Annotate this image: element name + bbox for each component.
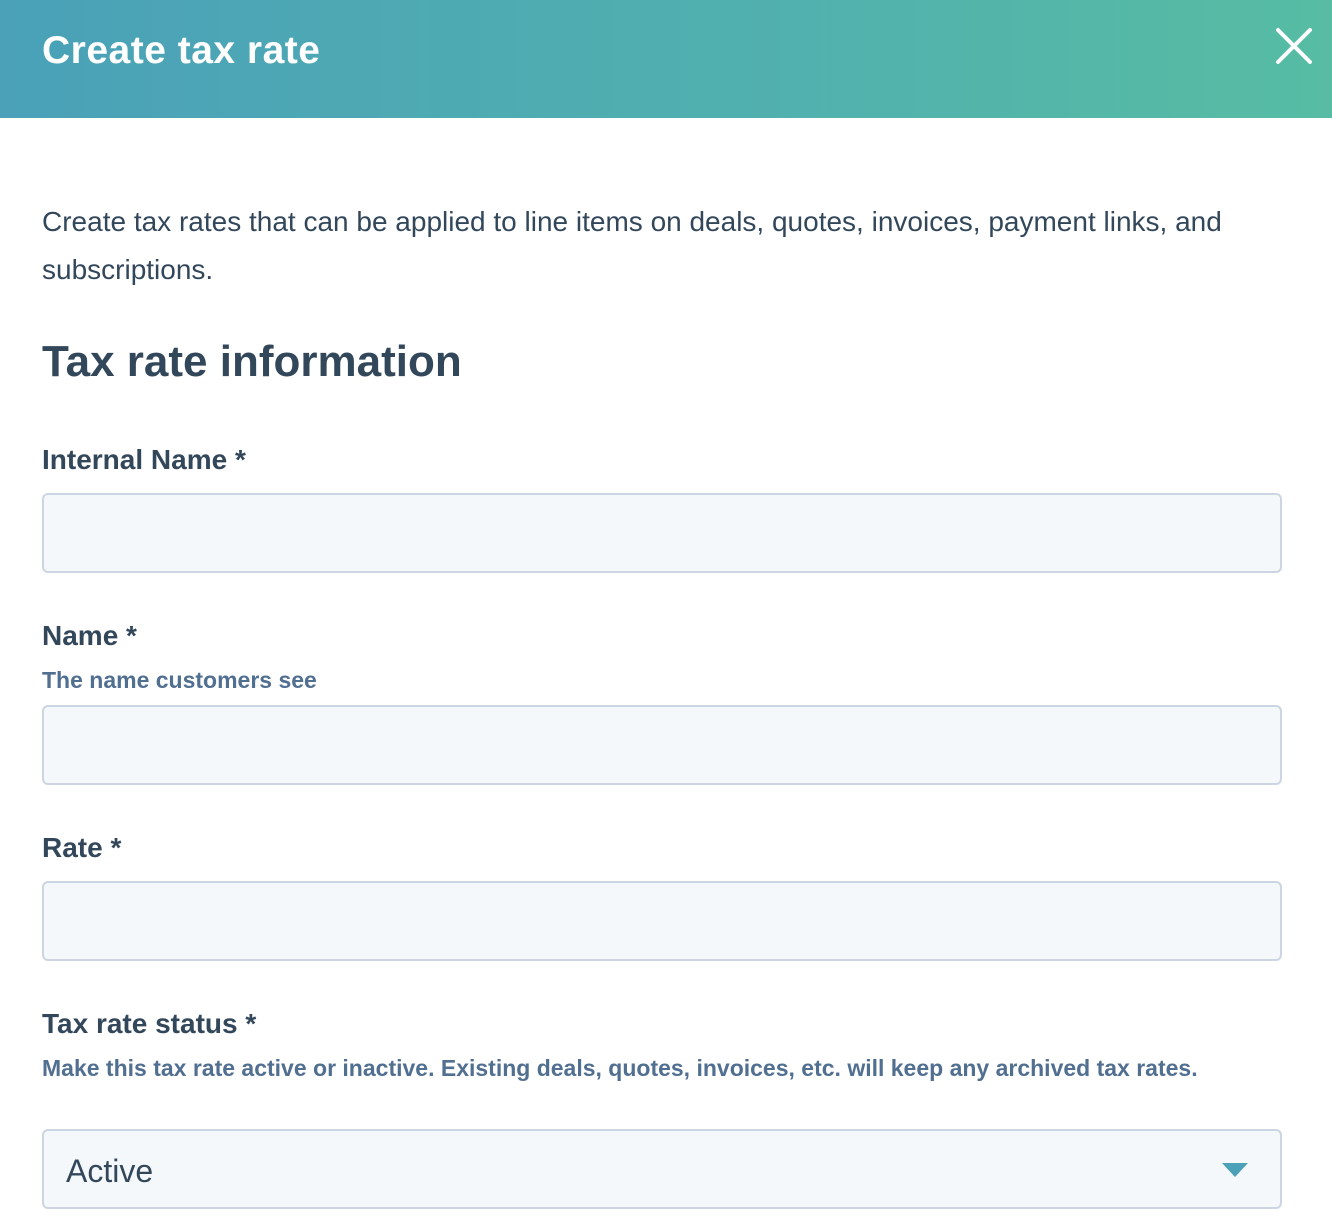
rate-label: Rate * xyxy=(42,832,122,863)
intro-text: Create tax rates that can be applied to … xyxy=(42,206,1222,285)
status-selected-value: Active xyxy=(66,1153,154,1189)
status-label: Tax rate status * xyxy=(42,1008,257,1039)
dialog-title: Create tax rate xyxy=(42,29,321,72)
close-icon xyxy=(1276,28,1312,64)
internal-name-label: Internal Name * xyxy=(42,444,246,475)
close-button[interactable] xyxy=(1272,24,1316,68)
dialog-header: Create tax rate xyxy=(0,0,1332,118)
status-select[interactable]: Active xyxy=(42,1129,1282,1209)
internal-name-input[interactable] xyxy=(42,493,1282,573)
section-title: Tax rate information xyxy=(42,337,462,386)
name-help-text: The name customers see xyxy=(42,667,317,693)
name-label: Name * xyxy=(42,620,137,651)
status-help-text: Make this tax rate active or inactive. E… xyxy=(42,1055,1198,1081)
rate-input[interactable] xyxy=(42,881,1282,961)
name-input[interactable] xyxy=(42,705,1282,785)
caret-down-icon xyxy=(1222,1163,1248,1177)
